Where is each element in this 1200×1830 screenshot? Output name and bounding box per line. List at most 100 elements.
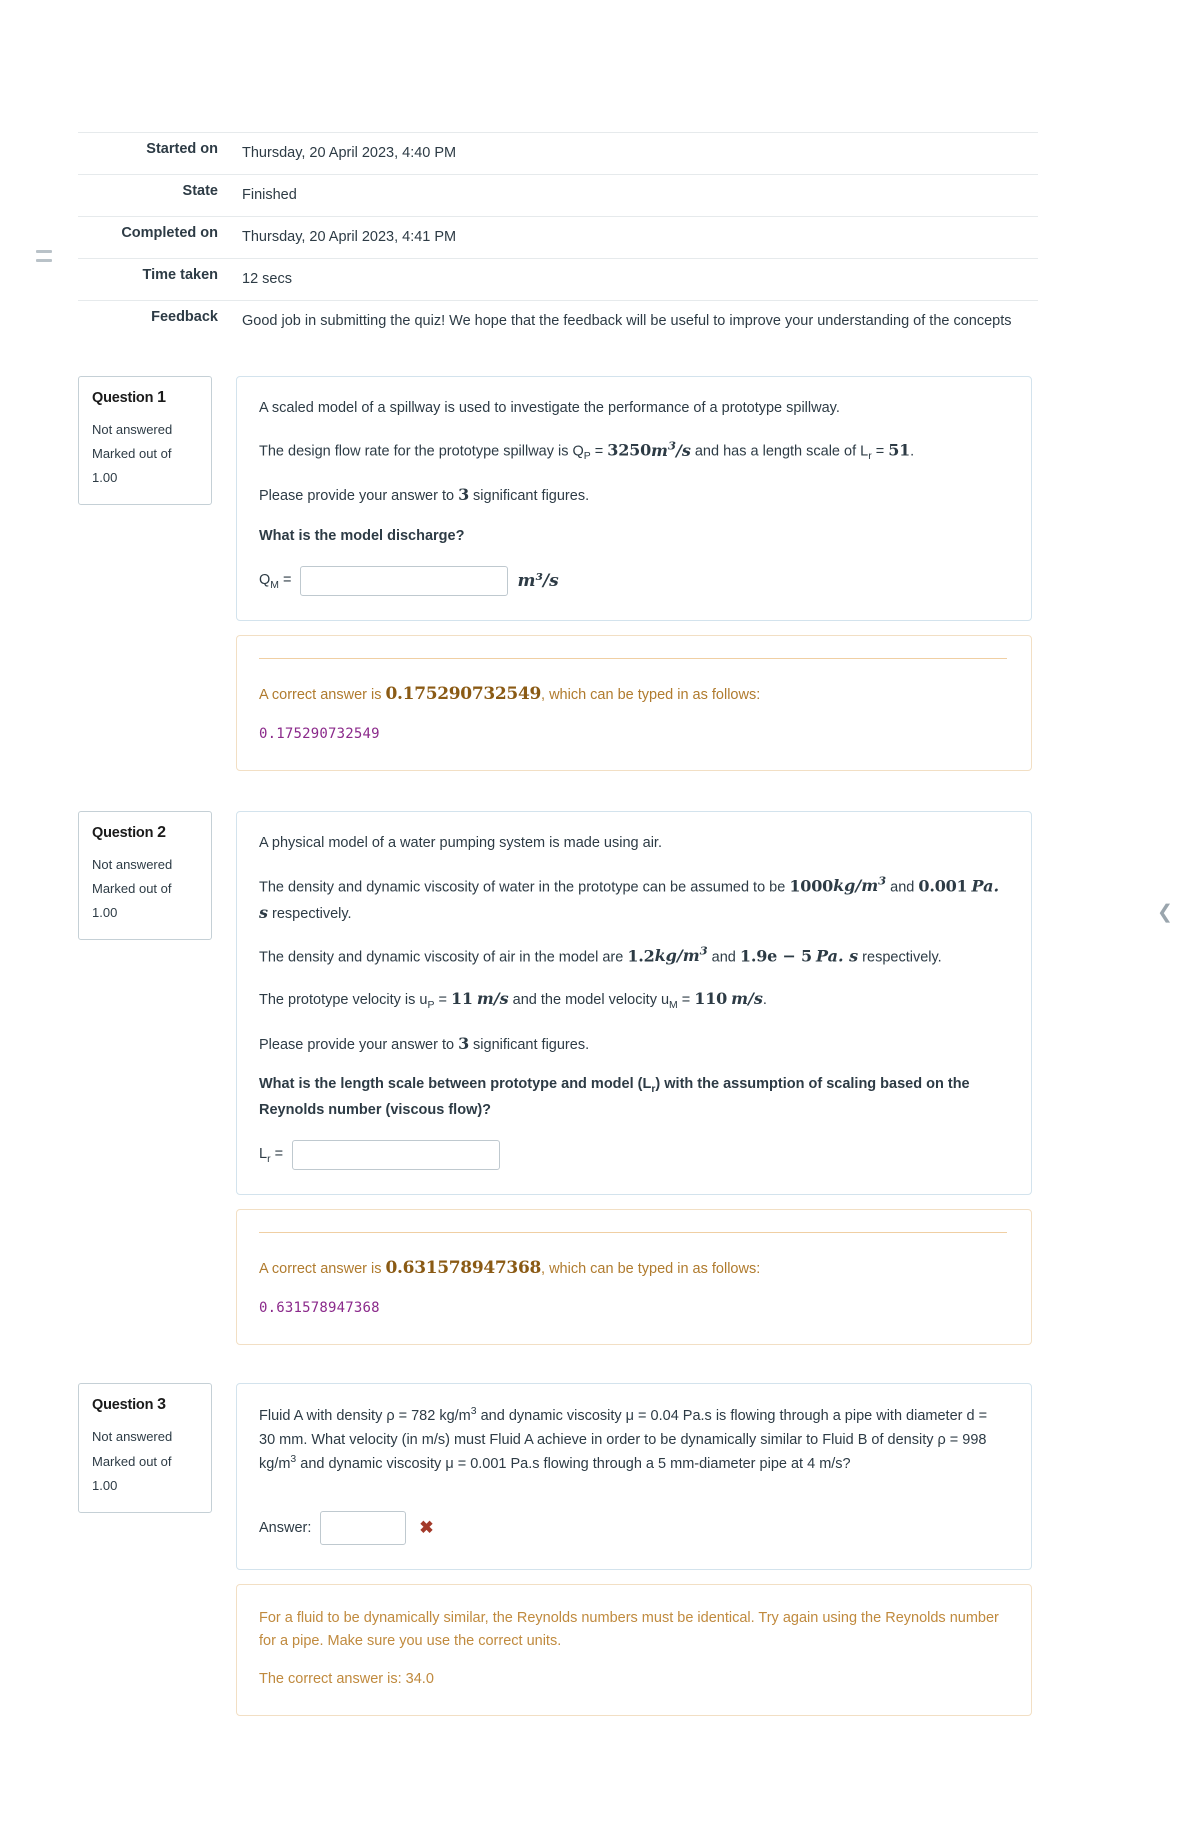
- summary-value-time-taken: 12 secs: [242, 270, 292, 287]
- question-number: 3: [157, 1396, 166, 1414]
- question-number: 1: [157, 388, 166, 406]
- q2-vel-eq1: =: [434, 991, 451, 1008]
- question-content-1: A scaled model of a spillway is used to …: [236, 375, 1032, 622]
- question-word-label: Question: [92, 1397, 154, 1414]
- quiz-summary-table: Started on Thursday, 20 April 2023, 4:40…: [78, 132, 1038, 342]
- q2-vel-proto-unit: m/s: [476, 988, 509, 1008]
- q2-air-viscosity-unit: Pa. s: [816, 946, 859, 966]
- question-text-line-4: The prototype velocity is uP = 11 m/s an…: [259, 986, 1007, 1015]
- q2-prompt-a: What is the length scale between prototy…: [259, 1076, 652, 1093]
- fb2-lead: A correct answer is: [259, 1261, 386, 1278]
- question-state-2: Not answered: [92, 857, 173, 873]
- quiz-review-page: ❮ Started on Thursday, 20 April 2023, 4:…: [0, 132, 1200, 1717]
- summary-value-started-on: Thursday, 20 April 2023, 4:40 PM: [242, 145, 457, 161]
- question-state-3: Not answered: [92, 1429, 173, 1445]
- fb1-trail: , which can be typed in as follows:: [541, 687, 761, 704]
- answer-label-2: Lr =: [259, 1145, 284, 1165]
- question-info-panel-2: Question 2 Not answered Marked out of 1.…: [78, 811, 212, 941]
- question-block-1: Question 1 Not answered Marked out of 1.…: [78, 375, 1032, 622]
- question-text-3: Fluid A with density ρ = 782 kg/m3 and d…: [259, 1404, 1007, 1476]
- summary-label-time-taken: Time taken: [142, 266, 219, 283]
- drag-handle[interactable]: [36, 250, 52, 262]
- drag-handle-bar: [36, 259, 52, 262]
- question-number-heading-2: Question 2: [92, 824, 198, 842]
- q1-scale-mid: and has a length scale of L: [690, 443, 869, 460]
- question-number-heading-1: Question 1: [92, 389, 198, 407]
- summary-label-started-on: Started on: [146, 141, 218, 157]
- q3-text-a: Fluid A with density ρ = 782 kg/m: [259, 1408, 471, 1425]
- q2-air-density: 1.2: [627, 946, 655, 966]
- summary-label-state: State: [182, 182, 218, 199]
- summary-label-feedback: Feedback: [151, 308, 218, 325]
- collapse-drawer-chevron-left-icon[interactable]: ❮: [1156, 903, 1174, 922]
- q2-air-mid: and: [707, 949, 740, 966]
- q1-scale-eq: =: [871, 443, 889, 460]
- q2-air-viscosity: 1.9e − 5: [739, 946, 812, 966]
- question-marks-3: Marked out of 1.00: [92, 1453, 172, 1493]
- question-info-panel-1: Question 1 Not answered Marked out of 1.…: [78, 375, 212, 505]
- question-prompt-1: What is the model discharge?: [259, 527, 465, 544]
- q2-sigfig-value: 3: [458, 1033, 470, 1053]
- answer-unit-1: m³/s: [517, 571, 559, 592]
- q2-sigfig-pre: Please provide your answer to: [259, 1036, 459, 1053]
- question-marks-2: Marked out of 1.00: [92, 881, 172, 921]
- table-row: State Finished: [78, 174, 1038, 216]
- table-row: Started on Thursday, 20 April 2023, 4:40…: [78, 132, 1038, 175]
- answer-label-1: QM =: [259, 571, 292, 591]
- summary-value-feedback: Good job in submitting the quiz! We hope…: [242, 312, 1012, 329]
- feedback-correct-answer-2: A correct answer is 0.631578947368, whic…: [259, 1255, 1007, 1283]
- feedback-correct-answer-3: The correct answer is: 34.0: [259, 1670, 434, 1687]
- q2-vel-sub2: M: [669, 999, 678, 1011]
- q2-air-post: respectively.: [858, 949, 942, 966]
- table-row: Time taken 12 secs: [78, 258, 1038, 300]
- q1-sigfig-value: 3: [458, 485, 470, 505]
- q2-water-viscosity: 0.001: [918, 876, 968, 896]
- q2-vel-model-value: 110: [694, 988, 728, 1008]
- cross-icon: ✖: [419, 1518, 434, 1538]
- q2-vel-model-unit: m/s: [731, 988, 763, 1008]
- q1-flow-pre: The design flow rate for the prototype s…: [259, 443, 584, 460]
- answer-input-3[interactable]: [320, 1510, 407, 1545]
- answer-row-3: Answer: ✖: [259, 1510, 1007, 1545]
- question-text-line-1: A scaled model of a spillway is used to …: [259, 399, 840, 416]
- q2-water-mid: and: [886, 879, 919, 896]
- question-marks-1: Marked out of 1.00: [92, 445, 172, 485]
- question-block-3: Question 3 Not answered Marked out of 1.…: [78, 1383, 1032, 1570]
- q1-period: .: [910, 443, 915, 460]
- q1-flow-sub: P: [583, 451, 591, 463]
- fb2-value: 0.631578947368: [385, 1258, 542, 1279]
- answer-input-1[interactable]: [300, 566, 509, 597]
- fb2-trail: , which can be typed in as follows:: [541, 1261, 761, 1278]
- drag-handle-bar: [36, 250, 52, 253]
- q2-sigfig-post: significant figures.: [469, 1036, 590, 1053]
- q1-sigfig-post: significant figures.: [469, 488, 590, 505]
- answer-row-2: Lr =: [259, 1140, 1007, 1171]
- feedback-hint-3: For a fluid to be dynamically similar, t…: [259, 1609, 999, 1650]
- feedback-mono-line-1: 0.175290732549: [259, 723, 1007, 746]
- feedback-correct-answer-1: A correct answer is 0.175290732549, whic…: [259, 681, 1007, 709]
- question-text-line-2: The density and dynamic viscosity of wat…: [259, 872, 1007, 926]
- question-number: 2: [157, 824, 166, 842]
- q1-scale-value: 51: [888, 440, 911, 460]
- q2-vel-mid: and the model velocity u: [508, 991, 670, 1008]
- feedback-divider-1: [259, 658, 1007, 660]
- q1-flow-unit: m3/s: [651, 438, 691, 460]
- q2-vel-pre: The prototype velocity is u: [259, 991, 428, 1008]
- q1-sigfig-pre: Please provide your answer to: [259, 488, 459, 505]
- answer-input-2[interactable]: [292, 1140, 501, 1171]
- answer-label-3: Answer:: [259, 1519, 312, 1536]
- feedback-divider-2: [259, 1232, 1007, 1234]
- feedback-box-2: A correct answer is 0.631578947368, whic…: [236, 1209, 1032, 1346]
- feedback-box-3: For a fluid to be dynamically similar, t…: [236, 1583, 1032, 1717]
- question-state-1: Not answered: [92, 421, 173, 437]
- q2-water-post: respectively.: [268, 905, 352, 922]
- q2-vel-proto-value: 11: [450, 988, 473, 1008]
- fb2-mono: 0.631578947368: [259, 1299, 380, 1316]
- q2-vel-eq2: =: [677, 991, 695, 1008]
- question-content-3: Fluid A with density ρ = 782 kg/m3 and d…: [236, 1383, 1032, 1570]
- table-row: Completed on Thursday, 20 April 2023, 4:…: [78, 216, 1038, 258]
- question-text-line-1: A physical model of a water pumping syst…: [259, 835, 662, 852]
- question-number-heading-3: Question 3: [92, 1396, 198, 1414]
- question-text-line-3: The density and dynamic viscosity of air…: [259, 942, 1007, 970]
- question-text-line-2: The design flow rate for the prototype s…: [259, 436, 1007, 466]
